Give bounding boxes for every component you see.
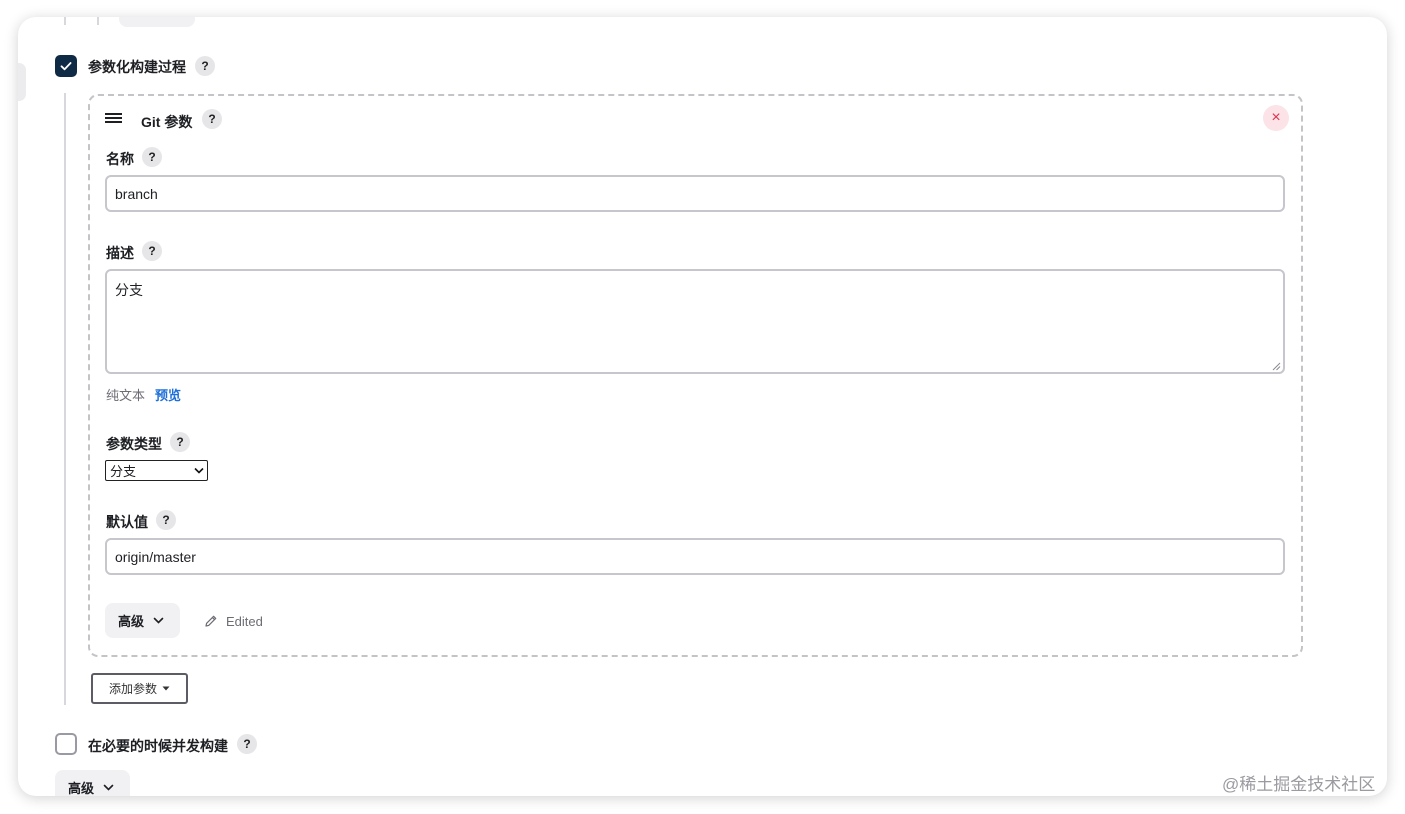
close-icon[interactable]: × — [1263, 105, 1289, 131]
description-help-icon[interactable]: ? — [142, 241, 162, 261]
drag-handle-icon[interactable] — [105, 113, 122, 125]
name-input[interactable]: branch — [105, 175, 1285, 212]
checkmark-icon — [60, 62, 72, 71]
bottom-advanced-button[interactable]: 高级 — [55, 770, 130, 796]
description-label: 描述 — [106, 245, 134, 261]
default-value-input[interactable]: origin/master — [105, 538, 1285, 575]
pencil-icon — [205, 615, 217, 627]
concurrent-build-label[interactable]: 在必要的时候并发构建 — [88, 736, 228, 756]
add-parameter-button[interactable]: 添加参数 — [91, 673, 188, 704]
chevron-down-icon — [194, 467, 204, 474]
watermark: @稀土掘金技术社区 — [1222, 775, 1376, 794]
concurrent-build-checkbox[interactable] — [55, 733, 77, 755]
name-help-icon[interactable]: ? — [142, 147, 162, 167]
bottom-advanced-label: 高级 — [68, 781, 95, 796]
card-title: Git 参数 — [141, 114, 193, 130]
add-parameter-label: 添加参数 — [108, 682, 157, 696]
param-type-label: 参数类型 — [106, 436, 162, 452]
plain-text-label: 纯文本 — [106, 388, 146, 403]
section-guide-line — [64, 17, 66, 25]
description-textarea[interactable]: 分支 — [105, 269, 1285, 374]
name-label: 名称 — [106, 151, 134, 167]
card-title-help-icon[interactable]: ? — [202, 109, 222, 129]
parameterized-build-help-icon[interactable]: ? — [195, 56, 215, 76]
concurrent-build-help-icon[interactable]: ? — [237, 734, 257, 754]
advanced-button[interactable]: 高级 — [105, 603, 180, 638]
preview-link[interactable]: 预览 — [155, 385, 181, 404]
param-type-help-icon[interactable]: ? — [170, 432, 190, 452]
nested-guide-line — [64, 93, 66, 705]
previous-field-edge — [119, 17, 195, 27]
section-guide-line — [97, 17, 99, 25]
resize-handle-icon[interactable] — [1272, 362, 1281, 371]
advanced-button-label: 高级 — [118, 614, 145, 629]
default-value-help-icon[interactable]: ? — [156, 510, 176, 530]
main-panel: 参数化构建过程 ? Git 参数 ? × 名称 ? branch 描述 ? 分支… — [18, 17, 1387, 796]
edited-label: Edited — [226, 614, 263, 629]
default-value-label: 默认值 — [106, 514, 148, 530]
parameterized-build-checkbox[interactable] — [55, 55, 77, 77]
chevron-down-icon — [103, 784, 114, 791]
param-type-select[interactable]: 分支 — [105, 460, 208, 481]
sidebar-tab-edge[interactable] — [18, 63, 26, 101]
caret-down-icon — [162, 686, 170, 691]
chevron-down-icon — [153, 617, 164, 624]
param-type-selected-value: 分支 — [110, 464, 137, 479]
parameterized-build-label[interactable]: 参数化构建过程 — [88, 57, 186, 77]
